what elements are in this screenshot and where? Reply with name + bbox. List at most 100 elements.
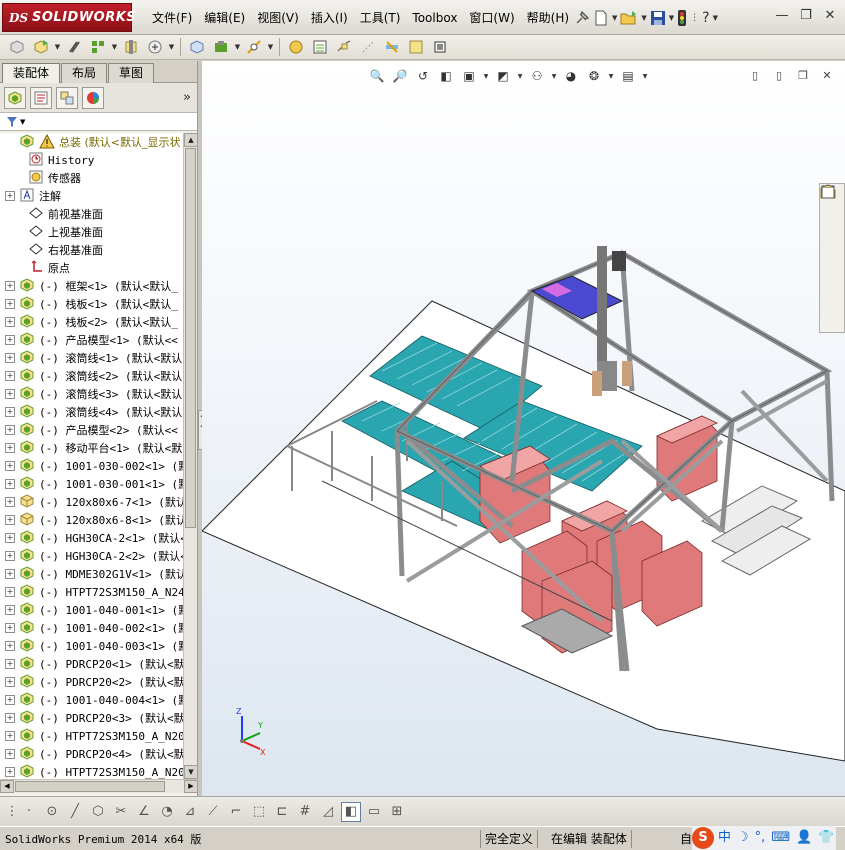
doc-close-icon[interactable]: ✕	[819, 69, 835, 83]
expand-icon[interactable]: +	[5, 551, 15, 561]
expand-icon[interactable]: +	[5, 767, 15, 777]
tree-item[interactable]: + (-) 产品模型<1> (默认<<	[0, 331, 183, 349]
help-icon[interactable]: ?	[702, 7, 709, 29]
save-dropdown-icon[interactable]: ▼	[669, 7, 674, 29]
ime-logo-icon[interactable]: S	[692, 827, 714, 849]
expand-icon[interactable]: +	[5, 731, 15, 741]
circle-icon[interactable]: ⊙	[42, 802, 62, 822]
display-style-icon[interactable]: ◩	[493, 67, 513, 85]
tree-item[interactable]: + (-) 栈板<2> (默认<默认_	[0, 313, 183, 331]
expand-icon[interactable]: +	[5, 389, 15, 399]
ime-halfwidth-icon[interactable]: ☽	[735, 828, 751, 848]
expand-icon[interactable]: +	[5, 695, 15, 705]
ime-chinese-mode[interactable]: 中	[716, 828, 733, 848]
expand-icon[interactable]: +	[5, 623, 15, 633]
offset-icon[interactable]: ◔	[157, 802, 177, 822]
rebuild-traffic-light-icon[interactable]	[677, 7, 687, 29]
previous-view-icon[interactable]: ↺	[413, 67, 433, 85]
toolbar-explode-line-icon[interactable]	[357, 37, 379, 57]
tree-item[interactable]: + (-) PDRCP20<2> (默认<默	[0, 673, 183, 691]
ime-keyboard-icon[interactable]: ⌨	[769, 828, 792, 848]
zoom-to-fit-icon[interactable]: 🔍	[367, 67, 387, 85]
more-tabs-chevron[interactable]: »	[183, 90, 191, 105]
toolbar-bill-of-materials-icon[interactable]	[309, 37, 331, 57]
open-dropdown-icon[interactable]: ▼	[641, 7, 646, 29]
view-orientation-icon[interactable]: ▣	[459, 67, 479, 85]
hide-show-items-icon[interactable]: ⚇	[527, 67, 547, 85]
tree-item[interactable]: 传感器	[0, 169, 183, 187]
scroll-right-icon[interactable]: ▶	[184, 780, 198, 793]
feature-manager-icon[interactable]	[4, 86, 26, 109]
menu-help[interactable]: 帮助(H)	[521, 9, 575, 27]
grid-icon[interactable]: #	[295, 802, 315, 822]
polygon-icon[interactable]: ⬡	[88, 802, 108, 822]
doc-restore-icon[interactable]: ❐	[795, 69, 811, 83]
toolbar-dropdown[interactable]: ▼	[111, 37, 118, 57]
expand-icon[interactable]: +	[5, 479, 15, 489]
close-icon[interactable]: ✕	[821, 7, 839, 25]
expand-icon[interactable]: +	[5, 461, 15, 471]
ime-skin-icon[interactable]: 👕	[816, 828, 836, 848]
tree-item[interactable]: 右视基准面	[0, 241, 183, 259]
split-four-icon[interactable]: ⊞	[387, 802, 407, 822]
tree-filter[interactable]: ▼	[0, 113, 197, 131]
toolbar-part-icon[interactable]	[6, 37, 28, 57]
menu-view[interactable]: 视图(V)	[251, 9, 305, 27]
configuration-manager-icon[interactable]	[56, 86, 78, 109]
tree-vertical-scrollbar[interactable]: ▲ ▼	[183, 133, 198, 779]
convert-entities-icon[interactable]: ⊿	[180, 802, 200, 822]
menu-tools[interactable]: 工具(T)	[354, 9, 407, 27]
toolbar-clearance-icon[interactable]	[405, 37, 427, 57]
tree-item[interactable]: + (-) 1001-030-002<1> (默	[0, 457, 183, 475]
toolbar-mate-icon[interactable]	[63, 37, 85, 57]
ime-punctuation-icon[interactable]: °,	[753, 828, 768, 848]
expand-icon[interactable]: +	[5, 515, 15, 525]
assembly-model-view[interactable]: Z Y X	[202, 61, 845, 796]
tree-item[interactable]: + (-) 1001-040-002<1> (默	[0, 619, 183, 637]
tree-item[interactable]: 前视基准面	[0, 205, 183, 223]
tree-item[interactable]: + (-) HGH30CA-2<2> (默认<	[0, 547, 183, 565]
tree-item[interactable]: + (-) 滚筒线<3> (默认<默认	[0, 385, 183, 403]
options-icon[interactable]: ⋮	[690, 7, 699, 29]
expand-icon[interactable]: +	[5, 407, 15, 417]
apply-scene-icon[interactable]: ❂	[584, 67, 604, 85]
filter-icon[interactable]	[6, 116, 18, 128]
view-palette-icon[interactable]	[821, 185, 842, 280]
scroll-up-icon[interactable]: ▲	[184, 133, 198, 147]
split-horizontal-icon[interactable]: ▭	[364, 802, 384, 822]
toolbar-dropdown[interactable]: ▼	[168, 37, 175, 57]
expand-icon[interactable]: +	[5, 425, 15, 435]
toolbar-pattern-icon[interactable]	[87, 37, 109, 57]
open-folder-icon[interactable]	[620, 7, 638, 29]
expand-icon[interactable]: +	[5, 497, 15, 507]
relation-icon[interactable]: ◿	[318, 802, 338, 822]
scroll-thumb-horizontal[interactable]	[15, 781, 165, 792]
toolbar-show-hidden-icon[interactable]	[186, 37, 208, 57]
tab-layout[interactable]: 布局	[61, 63, 108, 83]
point-icon[interactable]: ·	[19, 802, 39, 822]
tree-item[interactable]: + (-) PDRCP20<4> (默认<默	[0, 745, 183, 763]
tree-item[interactable]: + (-) PDRCP20<1> (默认<默	[0, 655, 183, 673]
expand-icon[interactable]: +	[5, 443, 15, 453]
scroll-down-icon[interactable]: ▼	[184, 765, 198, 779]
doc-tile-vertical-icon[interactable]: ▯	[771, 69, 787, 83]
toolbar-exploded-view-icon[interactable]	[333, 37, 355, 57]
tree-item[interactable]: + (-) 120x80x6-7<1> (默认	[0, 493, 183, 511]
tree-item[interactable]: + (-) 1001-030-001<1> (默	[0, 475, 183, 493]
view-orientation-dropdown[interactable]: ▼	[482, 67, 490, 85]
expand-icon[interactable]: +	[5, 569, 15, 579]
restore-icon[interactable]: ❐	[797, 7, 815, 25]
tree-item[interactable]: + (-) HGH30CA-2<1> (默认<	[0, 529, 183, 547]
line-icon[interactable]: ╱	[65, 802, 85, 822]
toolbar-move-component-icon[interactable]	[144, 37, 166, 57]
tree-item[interactable]: + (-) PDRCP20<3> (默认<默	[0, 709, 183, 727]
expand-icon[interactable]: +	[5, 353, 15, 363]
tree-item[interactable]: + (-) MDME302G1V<1> (默认	[0, 565, 183, 583]
tree-horizontal-scrollbar[interactable]: ◀ ▶	[0, 779, 198, 793]
custom-properties-icon[interactable]	[821, 184, 842, 328]
appearances-icon[interactable]	[822, 186, 842, 304]
help-dropdown-icon[interactable]: ▼	[713, 7, 718, 29]
menu-edit[interactable]: 编辑(E)	[198, 9, 251, 27]
file-explorer-icon[interactable]	[820, 187, 842, 256]
tree-item[interactable]: + (-) 滚筒线<1> (默认<默认	[0, 349, 183, 367]
